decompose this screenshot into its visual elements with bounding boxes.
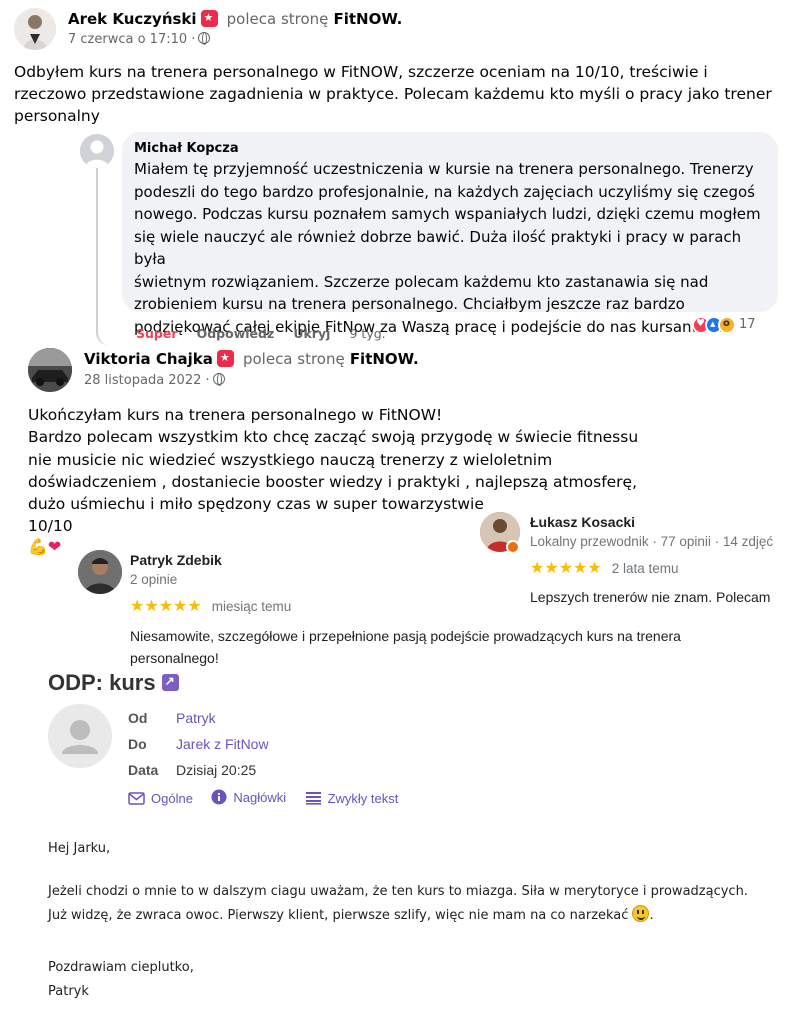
post-date[interactable]: 28 listopada 2022 · xyxy=(84,373,210,388)
post-line: nie musicie nic wiedzieć wszystkiego nau… xyxy=(28,450,553,469)
comment-text: Miałem tę przyjemność uczestniczenia w k… xyxy=(134,158,766,338)
post-header: Arek Kuczyński poleca stronę FitNOW. xyxy=(68,9,402,28)
from-label: Od xyxy=(128,710,148,726)
tab-plain-text[interactable]: Zwykły tekst xyxy=(305,790,399,806)
hide-button[interactable]: Ukryj xyxy=(293,326,330,341)
reaction-summary[interactable]: 17 xyxy=(692,314,756,334)
reviewer-name[interactable]: Łukasz Kosacki xyxy=(530,514,635,530)
email-signature: Patryk xyxy=(48,984,89,999)
super-reaction-button[interactable]: Super xyxy=(136,326,178,341)
email-subject: ODP: kurs xyxy=(48,670,179,696)
comment-time[interactable]: 9 tyg. xyxy=(350,326,386,341)
comment-line: się wiele nauczyć ale również dobrze baw… xyxy=(134,227,742,269)
email-closing: Pozdrawiam cieplutko, xyxy=(48,960,194,975)
default-avatar-icon xyxy=(80,134,114,168)
tab-label: Zwykły tekst xyxy=(327,790,399,806)
author-name[interactable]: Arek Kuczyński xyxy=(68,10,197,28)
envelope-icon xyxy=(128,792,145,805)
person-photo-icon xyxy=(14,8,56,50)
recommend-icon xyxy=(200,10,218,27)
body-line-with-emoji: Już widzę, że zwraca owoc. Pierwszy klie… xyxy=(48,904,778,928)
email-greeting: Hej Jarku, xyxy=(48,841,111,856)
post-meta: 28 listopada 2022 · xyxy=(84,373,225,388)
date-value: Dzisiaj 20:25 xyxy=(176,762,257,778)
post-line: Ukończyłam kurs na trenera personalnego … xyxy=(28,406,443,424)
reviewer-name[interactable]: Patryk Zdebik xyxy=(130,552,222,568)
review-age: miesiąc temu xyxy=(211,599,292,614)
rating-stars-icon: ★★★★★ xyxy=(130,598,202,615)
page-name[interactable]: FitNOW. xyxy=(333,10,402,28)
email-message: ODP: kurs Od Patryk Do Jarek z FitNow Da… xyxy=(0,666,788,1024)
comment-bubble: Michał Kopcza Miałem tę przyjemność ucze… xyxy=(122,132,778,336)
tab-general[interactable]: Ogólne xyxy=(128,791,193,806)
page-name[interactable]: FitNOW. xyxy=(350,350,419,368)
avatar[interactable] xyxy=(80,134,114,168)
comment-line: Miałem tę przyjemność uczestniczenia w k… xyxy=(134,160,754,178)
comment-line: świetnym rozwiązaniem. Szczerze polecam … xyxy=(134,272,709,291)
recommends-text: poleca stronę xyxy=(242,350,345,368)
post-body: Odbyłem kurs na trenera personalnego w F… xyxy=(14,61,784,127)
reviewer-subtitle: 2 opinie xyxy=(130,572,178,587)
reply-button[interactable]: Odpowiedz xyxy=(197,326,275,341)
comment-line: zrobieniem kursu na trenera personalnego… xyxy=(134,295,685,313)
review-text: Niesamowite, szczegółowe i przepełnione … xyxy=(130,625,710,669)
reaction-count: 17 xyxy=(739,317,756,332)
body-line: Jeżeli chodzi o mnie to w dalszym ciagu … xyxy=(48,884,748,899)
post-line: doświadczeniem , dostaniecie booster wie… xyxy=(28,472,638,491)
email-view-tabs: Ogólne Nagłówki Zwykły tekst xyxy=(128,789,412,810)
avatar[interactable] xyxy=(14,8,56,50)
lines-icon xyxy=(305,792,321,805)
body-line: Już widzę, że zwraca owoc. Pierwszy klie… xyxy=(48,908,629,923)
wow-icon xyxy=(718,315,736,334)
to-value[interactable]: Jarek z FitNow xyxy=(176,736,269,752)
rating-row: ★★★★★ miesiąc temu xyxy=(130,596,291,616)
email-subject-text: ODP: kurs xyxy=(48,670,156,695)
person-photo-icon xyxy=(78,550,122,594)
post-meta: 7 czerwca o 17:10 · xyxy=(68,32,211,47)
author-name[interactable]: Viktoria Chajka xyxy=(84,350,213,368)
globe-icon xyxy=(198,32,211,45)
post-line: Bardzo polecam wszystkim kto chcę zacząć… xyxy=(28,428,639,447)
sender-avatar xyxy=(48,704,112,768)
date-label: Data xyxy=(128,762,159,778)
email-body: Jeżeli chodzi o mnie to w dalszym ciagu … xyxy=(48,880,778,928)
facebook-post-arek: Arek Kuczyński poleca stronę FitNOW. 7 c… xyxy=(0,0,788,130)
recommend-icon xyxy=(216,350,234,367)
comment-line: podeszli do tego bardzo profesjonalnie, … xyxy=(134,182,755,201)
avatar[interactable] xyxy=(28,348,72,392)
post-line: Odbyłem kurs na trenera personalnego w F… xyxy=(14,63,708,81)
car-photo-icon xyxy=(28,348,72,392)
smiley-emoji-icon xyxy=(632,905,650,922)
post-line: personalny xyxy=(14,107,100,125)
review-line: Niesamowite, szczegółowe i przepełnione … xyxy=(130,628,681,644)
recommends-text: poleca stronę xyxy=(226,10,329,28)
post-date[interactable]: 7 czerwca o 17:10 · xyxy=(68,32,195,47)
comment-author[interactable]: Michał Kopcza xyxy=(134,141,766,156)
google-review-patryk: Patryk Zdebik 2 opinie ★★★★★ miesiąc temu… xyxy=(76,545,716,666)
default-avatar-icon xyxy=(48,704,112,768)
globe-icon xyxy=(212,373,225,386)
avatar[interactable] xyxy=(78,550,122,594)
tab-label: Ogólne xyxy=(151,791,193,806)
post-header: Viktoria Chajka poleca stronę FitNOW. xyxy=(84,349,419,368)
from-value[interactable]: Patryk xyxy=(176,710,216,726)
emoji-muscle-heart: 💪❤ xyxy=(28,537,62,556)
comment-michal: Michał Kopcza Miałem tę przyjemność ucze… xyxy=(78,130,783,345)
tab-label: Nagłówki xyxy=(233,789,287,805)
comment-line: nowego. Podczas kursu poznałem samych ws… xyxy=(134,205,761,223)
to-label: Do xyxy=(128,736,147,752)
post-line: rzeczowo przedstawione zagadnienia w pra… xyxy=(14,85,772,103)
info-icon xyxy=(211,789,227,805)
tab-headers[interactable]: Nagłówki xyxy=(211,789,286,805)
open-external-icon[interactable] xyxy=(161,674,179,691)
